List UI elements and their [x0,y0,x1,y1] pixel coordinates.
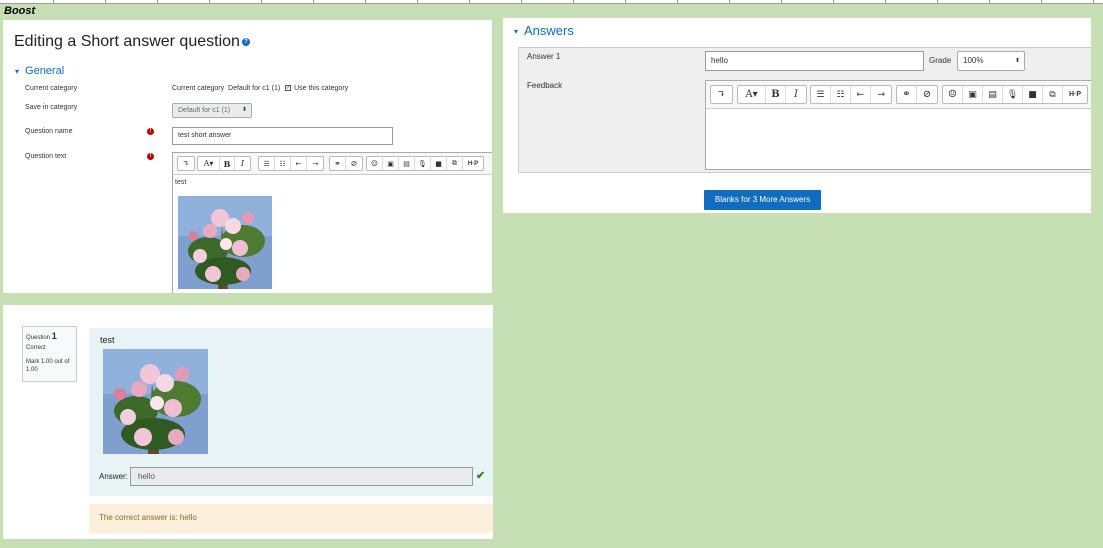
italic-icon[interactable]: I [786,86,806,103]
bold-icon[interactable]: B [766,86,786,103]
answer-1-label: Answer 1 [527,52,561,61]
question-text-editor[interactable]: ↴ A▾ B I ☰ ☷ ⇤ ⇥ ⚭ ⊘ ☺ ▣ ▤ 🎙 ■ ⧉ H·P tes… [172,152,492,293]
italic-icon[interactable]: I [235,157,250,170]
feedback-editor[interactable]: ↴ A▾ B I ☰ ☷ ⇤ ⇥ ⚭ ⊘ ☺ ▣ ▤ 🎙 ■ ⧉ H·P [705,80,1091,170]
question-text-content: test [175,179,187,186]
question-text-label: Question text [25,153,67,160]
flower-image [103,349,208,454]
grade-select[interactable]: 100% ⬍ [957,51,1025,71]
grade-label: Grade [929,56,952,65]
unlink-icon[interactable]: ⊘ [917,86,937,103]
link-icon[interactable]: ⚭ [897,86,917,103]
select-arrows-icon: ⬍ [1014,58,1020,64]
emoji-icon[interactable]: ☺ [943,86,963,103]
h5p-icon[interactable]: H·P [1063,86,1087,103]
unlink-icon[interactable]: ⊘ [346,157,362,170]
h5p-icon[interactable]: H·P [463,157,483,170]
font-color-icon[interactable]: A▾ [738,86,766,103]
caret-down-icon: ▾ [15,66,20,76]
question-mark: Mark 1.00 out of 1.00 [26,359,70,373]
record-video-icon[interactable]: ■ [1023,86,1043,103]
question-name-input[interactable]: test short answer [172,127,393,145]
question-word: Question [26,335,51,341]
record-audio-icon[interactable]: 🎙 [415,157,431,170]
required-icon: ! [147,128,154,135]
save-in-category-select[interactable]: Default for c1 (1) ⬍ [172,103,252,118]
question-text: test [100,335,115,345]
current-category-value: Current category Default for c1 (1) ✓ Us… [172,85,348,92]
numbered-list-icon[interactable]: ☷ [275,157,291,170]
page-title: Editing a Short answer question? [14,33,250,51]
save-in-category-value: Default for c1 (1) [178,107,231,114]
undo-icon[interactable]: ↴ [178,157,194,170]
question-preview-panel: Question 1 Correct Mark 1.00 out of 1.00… [3,305,493,539]
link-icon[interactable]: ⚭ [330,157,346,170]
undo-icon[interactable]: ↴ [711,86,732,103]
outdent-icon[interactable]: ⇤ [851,86,871,103]
answer-input[interactable]: hello [130,467,473,486]
use-category-label: Use this category [294,85,349,92]
record-audio-icon[interactable]: 🎙 [1003,86,1023,103]
caret-down-icon: ▾ [514,27,519,37]
image-icon[interactable]: ▣ [383,157,399,170]
general-section-header[interactable]: ▾ General [15,65,64,77]
edit-question-panel: Editing a Short answer question? ▾ Genera… [3,20,492,293]
feedback-label: Feedback [527,81,563,90]
page-title-text: Editing a Short answer question [14,33,240,50]
font-color-icon[interactable]: A▾ [198,157,220,170]
flower-image [178,196,272,289]
indent-icon[interactable]: ⇥ [871,86,891,103]
image-icon[interactable]: ▣ [963,86,983,103]
answer-1-input[interactable]: hello [705,51,924,71]
answers-section-label: Answers [524,23,574,38]
sheet-label: Boost [4,5,36,17]
bullet-list-icon[interactable]: ☰ [811,86,831,103]
check-icon: ✔ [476,470,486,482]
question-body: test Answer: hello ✔ [89,328,493,496]
feedback-editor-toolbar: ↴ A▾ B I ☰ ☷ ⇤ ⇥ ⚭ ⊘ ☺ ▣ ▤ 🎙 ■ ⧉ H·P [706,81,1091,109]
current-category-prefix: Current category [172,85,225,92]
current-category-name: Default for c1 (1) [228,85,281,92]
correct-answer-feedback: The correct answer is: hello [89,504,493,533]
editor-toolbar: ↴ A▾ B I ☰ ☷ ⇤ ⇥ ⚭ ⊘ ☺ ▣ ▤ 🎙 ■ ⧉ H·P [173,153,492,175]
question-number-line: Question 1 [26,331,73,341]
current-category-label: Current category [25,85,78,92]
manage-files-icon[interactable]: ⧉ [1043,86,1063,103]
outdent-icon[interactable]: ⇤ [291,157,307,170]
general-section-label: General [25,65,65,77]
help-icon[interactable]: ? [241,37,250,46]
media-icon[interactable]: ▤ [983,86,1003,103]
question-info-box: Question 1 Correct Mark 1.00 out of 1.00 [22,326,77,382]
question-state: Correct [26,345,46,351]
record-video-icon[interactable]: ■ [431,157,447,170]
answer-label: Answer: [99,472,128,481]
blanks-for-more-answers-button[interactable]: Blanks for 3 More Answers [704,190,821,210]
answers-section-header[interactable]: ▾ Answers [514,23,574,38]
emoji-icon[interactable]: ☺ [367,157,383,170]
required-icon: ! [147,153,154,160]
question-name-label: Question name [25,128,73,135]
question-number: 1 [51,331,57,341]
bold-icon[interactable]: B [220,157,235,170]
select-arrows-icon: ⬍ [241,107,247,113]
numbered-list-icon[interactable]: ☷ [831,86,851,103]
media-icon[interactable]: ▤ [399,157,415,170]
bullet-list-icon[interactable]: ☰ [259,157,275,170]
use-category-checkbox[interactable]: ✓ [285,85,292,92]
manage-files-icon[interactable]: ⧉ [447,157,463,170]
answers-panel: ▾ Answers Answer 1 hello Grade 100% ⬍ Fee… [503,18,1091,213]
indent-icon[interactable]: ⇥ [307,157,323,170]
answer-1-box: Answer 1 hello Grade 100% ⬍ Feedback ↴ A… [518,47,1091,173]
grade-value: 100% [963,56,984,65]
save-in-category-label: Save in category [25,104,78,111]
